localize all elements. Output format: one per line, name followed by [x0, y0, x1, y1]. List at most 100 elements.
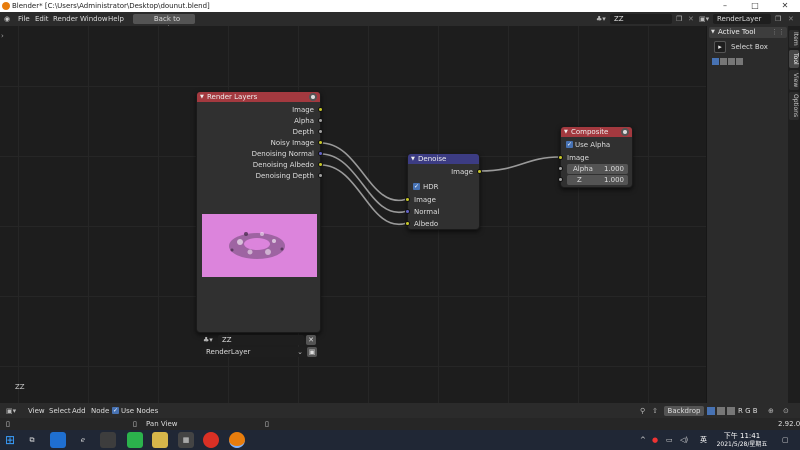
render-icon — [621, 128, 629, 136]
close-icon[interactable]: ✕ — [770, 0, 800, 12]
hdr-checkbox[interactable]: ✓ — [413, 183, 420, 190]
scene-icon[interactable]: ♣▾ — [596, 14, 606, 24]
calculator-icon[interactable]: ▦ — [178, 432, 194, 448]
taskbar-date[interactable]: 2021/5/28/星期五 — [708, 440, 776, 450]
scene-name-field[interactable]: ZZ — [610, 14, 672, 24]
sidebar-tabs: Item Tool View Options — [788, 26, 800, 403]
socket-composite-alpha-in[interactable] — [558, 166, 563, 171]
tray-chevron-icon[interactable]: ^ — [640, 435, 646, 445]
menu-render[interactable]: Render — [53, 14, 78, 24]
socket-image-out[interactable] — [318, 107, 323, 112]
collapse-icon[interactable]: ▼ — [200, 92, 204, 102]
view-layer-field[interactable]: RenderLayer — [713, 14, 771, 24]
node-editor[interactable]: › ▼ Render Layers Image Alpha Depth Nois… — [0, 26, 706, 403]
render-layers-node[interactable]: ▼ Render Layers Image Alpha Depth Noisy … — [196, 91, 323, 357]
alpha-value-field[interactable]: Alpha 1.000 — [567, 164, 628, 174]
menu-node[interactable]: Node — [91, 406, 109, 416]
socket-denoise-albedo-in[interactable] — [405, 221, 410, 226]
delete-view-layer-icon[interactable]: ✕ — [788, 14, 794, 24]
blender-menu-icon[interactable]: ◉ — [4, 14, 10, 24]
active-tool-panel-header[interactable]: ▼ Active Tool ⋮⋮ — [709, 27, 787, 38]
tab-item[interactable]: Item — [789, 30, 799, 48]
scene-selector-icon[interactable]: ♣▾ — [203, 335, 213, 345]
socket-noisy-image-out[interactable] — [318, 140, 323, 145]
socket-denoise-normal-in[interactable] — [405, 209, 410, 214]
folder-icon[interactable] — [152, 432, 168, 448]
menu-help[interactable]: Help — [108, 14, 124, 24]
taskbar-app-icon[interactable] — [50, 432, 66, 448]
tab-options[interactable]: Options — [789, 92, 799, 120]
collapse-icon[interactable]: ▼ — [564, 127, 568, 137]
menu-edit[interactable]: Edit — [35, 14, 49, 24]
socket-alpha-out[interactable] — [318, 118, 323, 123]
socket-denoise-image-in[interactable] — [405, 197, 410, 202]
mode-set-icon[interactable] — [712, 58, 719, 65]
menu-select[interactable]: Select — [49, 406, 71, 416]
output-depth-label: Depth — [292, 128, 314, 136]
socket-denoising-depth-out[interactable] — [318, 173, 323, 178]
menu-add[interactable]: Add — [72, 406, 86, 416]
mode-subtract-icon[interactable] — [728, 58, 735, 65]
drag-handle-icon[interactable]: ⋮⋮ — [771, 27, 785, 37]
new-scene-icon[interactable]: ❐ — [676, 14, 682, 24]
node-scene-field[interactable]: ZZ — [218, 335, 304, 345]
node-layer-field[interactable]: RenderLayer ⌄ — [202, 347, 306, 357]
pin-icon[interactable]: ⚲ — [640, 406, 645, 416]
back-to-previous-button[interactable]: Back to Previous — [133, 14, 195, 33]
socket-denoising-normal-out[interactable] — [318, 151, 323, 156]
composite-header[interactable]: ▼ Composite — [561, 127, 632, 137]
backdrop-button[interactable]: Backdrop — [664, 406, 704, 416]
denoise-input-normal-label: Normal — [414, 208, 440, 216]
menu-view[interactable]: View — [28, 406, 45, 416]
notification-icon[interactable]: ▢ — [782, 435, 789, 445]
z-value-field[interactable]: Z 1.000 — [567, 175, 628, 185]
chrome-icon[interactable] — [203, 432, 219, 448]
wechat-icon[interactable] — [127, 432, 143, 448]
clear-scene-icon[interactable]: ✕ — [306, 335, 316, 345]
overlay-icon[interactable]: ⊙ — [783, 406, 789, 416]
new-view-layer-icon[interactable]: ❐ — [775, 14, 781, 24]
use-nodes-checkbox[interactable]: ✓ — [112, 407, 119, 414]
channel-alpha-icon[interactable] — [717, 407, 725, 415]
render-layer-icon[interactable]: ▣ — [307, 347, 317, 357]
socket-composite-image-in[interactable] — [558, 155, 563, 160]
editor-type-icon[interactable]: ▣▾ — [6, 406, 16, 416]
task-view-icon[interactable]: ⧉ — [24, 432, 40, 448]
snap-icon[interactable]: ⊕ — [768, 406, 774, 416]
ime-indicator[interactable]: 英 — [700, 435, 707, 445]
denoise-header[interactable]: ▼ Denoise — [408, 154, 479, 164]
mode-extend-icon[interactable] — [720, 58, 727, 65]
channel-rgb-label[interactable]: R G B — [738, 406, 758, 416]
active-tool-title: Active Tool — [718, 28, 756, 36]
tab-tool[interactable]: Tool — [789, 50, 799, 68]
channel-image-icon[interactable] — [707, 407, 715, 415]
parent-node-icon[interactable]: ⇧ — [652, 406, 658, 416]
network-icon[interactable]: ▭ — [666, 435, 673, 445]
blender-taskbar-icon[interactable] — [229, 432, 245, 448]
use-alpha-checkbox[interactable]: ✓ — [566, 141, 573, 148]
mode-invert-icon[interactable] — [736, 58, 743, 65]
start-windows-icon[interactable]: ⊞ — [2, 432, 18, 448]
socket-depth-out[interactable] — [318, 129, 323, 134]
tab-view[interactable]: View — [789, 70, 799, 90]
socket-composite-z-in[interactable] — [558, 177, 563, 182]
maximize-icon[interactable]: □ — [740, 0, 770, 12]
minimize-icon[interactable]: – — [710, 0, 740, 12]
socket-denoising-albedo-out[interactable] — [318, 162, 323, 167]
tray-app-icon[interactable]: ● — [652, 435, 658, 445]
menu-window[interactable]: Window — [80, 14, 108, 24]
view-layer-icon[interactable]: ▣▾ — [699, 14, 709, 24]
socket-denoise-image-out[interactable] — [477, 169, 482, 174]
composite-node[interactable]: ▼ Composite ✓ Use Alpha Image Alpha 1.00… — [558, 126, 633, 188]
edge-icon[interactable]: ℯ — [75, 432, 91, 448]
denoise-node[interactable]: ▼ Denoise Image ✓ HDR Image Normal Albed… — [405, 153, 482, 230]
delete-scene-icon[interactable]: ✕ — [688, 14, 694, 24]
node-tree-name: ZZ — [15, 383, 25, 391]
render-layers-header[interactable]: ▼ Render Layers — [197, 92, 320, 102]
menu-file[interactable]: File — [18, 14, 30, 24]
volume-icon[interactable]: ◁) — [680, 435, 688, 445]
collapse-icon[interactable]: ▼ — [411, 154, 415, 164]
select-box-tool-icon[interactable]: ▸ — [714, 41, 726, 53]
channel-combined-icon[interactable] — [727, 407, 735, 415]
explorer-icon[interactable] — [100, 432, 116, 448]
